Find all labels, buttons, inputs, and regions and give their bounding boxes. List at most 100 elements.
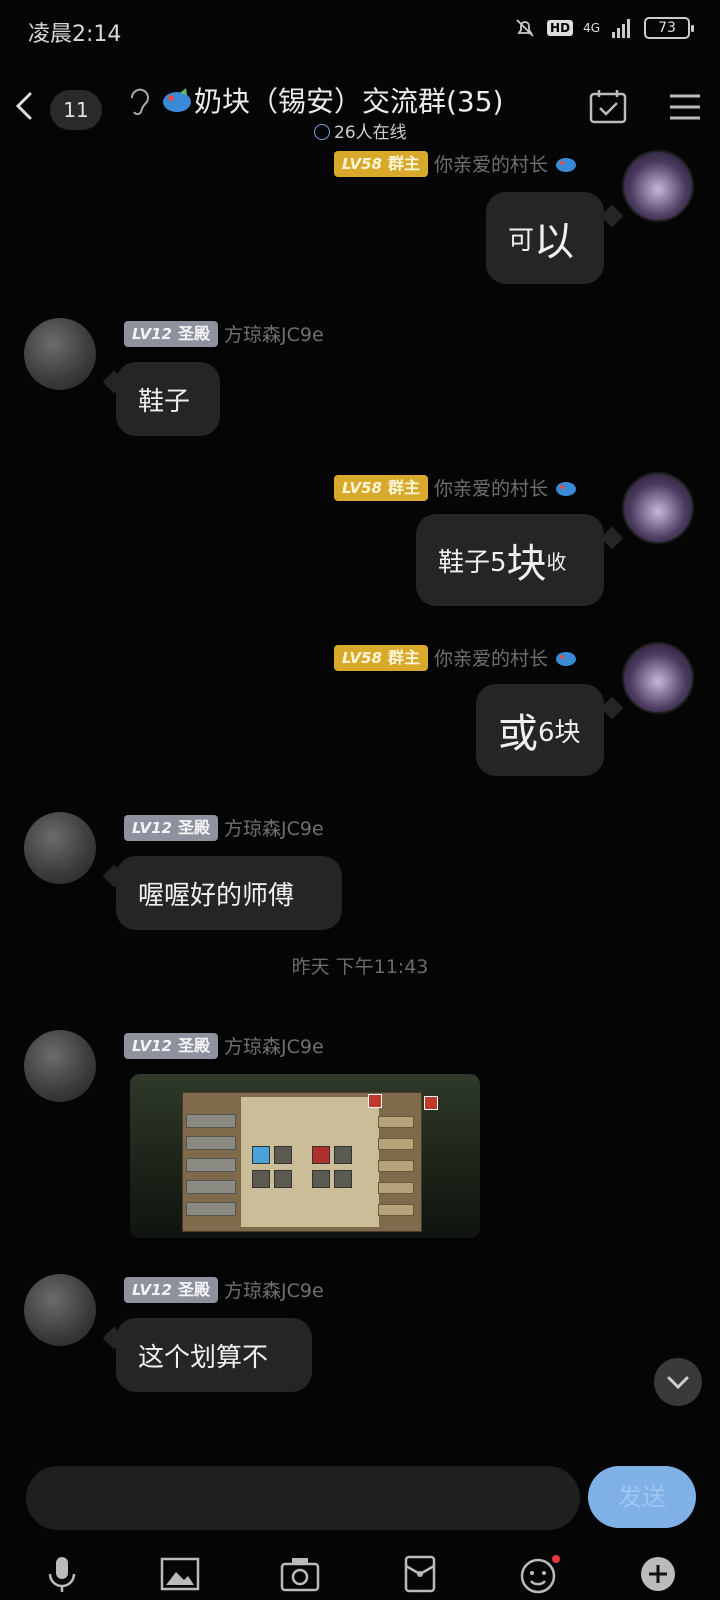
close-icon <box>368 1094 382 1108</box>
bubble-tail <box>600 204 624 228</box>
group-title[interactable]: 奶块（锡安）交流群(35) <box>160 80 503 120</box>
message-meta: LV12 圣殿 方琼森JC9e <box>124 1276 324 1303</box>
scroll-to-bottom-icon[interactable] <box>654 1358 702 1406</box>
avatar[interactable] <box>24 1030 96 1102</box>
back-arrow-icon[interactable] <box>8 86 40 126</box>
item-slot <box>274 1170 292 1188</box>
sender-name: 你亲爱的村长 <box>434 648 549 670</box>
item-slot <box>334 1146 352 1164</box>
item-slot <box>252 1146 270 1164</box>
item-slot <box>312 1146 330 1164</box>
bubble-tail <box>600 696 624 720</box>
send-button[interactable]: 发送 <box>588 1466 696 1528</box>
message-meta: LV58 群主 你亲爱的村长 <box>334 474 578 501</box>
bubble-tail <box>600 526 624 550</box>
dragon-emoji-icon <box>163 88 191 112</box>
sender-name: 方琼森JC9e <box>224 818 324 840</box>
trade-list-row <box>186 1114 236 1128</box>
level-badge: LV58 群主 <box>334 644 428 671</box>
chat-header: 11 奶块（锡安）交流群(35) 26人在线 <box>0 60 720 150</box>
level-badge: LV12 圣殿 <box>124 1032 218 1059</box>
red-packet-icon[interactable] <box>398 1554 442 1594</box>
battery-icon: 73 <box>644 17 694 39</box>
status-icons: HD 4G 73 <box>513 16 694 40</box>
dragon-emoji-icon <box>556 651 577 666</box>
message-text: 6块 <box>538 717 581 748</box>
avatar[interactable] <box>24 318 96 390</box>
dragon-emoji-icon <box>556 157 577 172</box>
status-time: 凌晨2:14 <box>28 22 122 47</box>
avatar[interactable] <box>24 1274 96 1346</box>
sender-name: 方琼森JC9e <box>224 1280 324 1302</box>
item-slot <box>252 1170 270 1188</box>
level-badge: LV58 群主 <box>334 474 428 501</box>
message-bubble[interactable]: 鞋子 <box>116 362 220 436</box>
message-text-large: 以 <box>534 219 575 265</box>
calendar-check-icon[interactable] <box>588 88 628 126</box>
chevron-down-circle-icon <box>314 124 330 140</box>
emoji-icon[interactable] <box>516 1554 560 1594</box>
trade-button <box>378 1204 414 1216</box>
sender-name: 你亲爱的村长 <box>434 154 549 176</box>
message-text-small: 收 <box>546 549 567 574</box>
message-text: 鞋子5 <box>438 547 507 578</box>
menu-icon[interactable] <box>668 92 702 122</box>
online-count[interactable]: 26人在线 <box>314 118 407 143</box>
ear-icon[interactable] <box>124 84 152 120</box>
level-badge: LV12 圣殿 <box>124 1276 218 1303</box>
message-meta: LV58 群主 你亲爱的村长 <box>334 150 578 177</box>
message-bubble[interactable]: 这个划算不 <box>116 1318 312 1392</box>
signal-icon <box>612 19 630 38</box>
sender-name: 你亲爱的村长 <box>434 478 549 500</box>
group-title-text: 奶块（锡安）交流群(35) <box>194 85 504 118</box>
network-label: 4G <box>583 21 600 35</box>
message-bubble[interactable]: 可以 <box>486 192 604 284</box>
level-badge: LV58 群主 <box>334 150 428 177</box>
trade-list-row <box>186 1180 236 1194</box>
level-badge: LV12 圣殿 <box>124 320 218 347</box>
dragon-emoji-icon <box>556 481 577 496</box>
image-icon[interactable] <box>158 1554 202 1594</box>
item-slot <box>312 1170 330 1188</box>
hd-icon: HD <box>547 20 574 36</box>
bell-muted-icon <box>516 19 534 37</box>
trade-button <box>378 1182 414 1194</box>
message-text: 这个划算不 <box>138 1342 269 1373</box>
status-bar: 凌晨2:14 HD 4G 73 <box>0 0 720 60</box>
message-bubble[interactable]: 鞋子5 块收 <box>416 514 604 606</box>
microphone-icon[interactable] <box>40 1554 84 1594</box>
item-slot <box>274 1146 292 1164</box>
trade-button <box>378 1116 414 1128</box>
trade-button <box>378 1138 414 1150</box>
sender-name: 方琼森JC9e <box>224 1036 324 1058</box>
message-text: 鞋子 <box>138 386 191 417</box>
plus-icon[interactable] <box>636 1554 680 1594</box>
camera-icon[interactable] <box>278 1554 322 1594</box>
trade-button <box>378 1160 414 1172</box>
sender-name: 方琼森JC9e <box>224 324 324 346</box>
trade-list-row <box>186 1202 236 1216</box>
message-text: 可 <box>508 225 535 256</box>
input-toolbar <box>0 1540 720 1600</box>
item-slot <box>334 1170 352 1188</box>
level-badge: LV12 圣殿 <box>124 814 218 841</box>
message-bubble[interactable]: 喔喔好的师傅 <box>116 856 342 930</box>
shared-image-game-trade[interactable] <box>130 1074 480 1238</box>
avatar[interactable] <box>24 812 96 884</box>
message-text-large: 或 <box>498 711 538 757</box>
close-icon <box>424 1096 438 1110</box>
avatar[interactable] <box>622 472 694 544</box>
chat-timestamp: 昨天 下午11:43 <box>291 956 429 978</box>
message-text-large: 块 <box>506 541 547 587</box>
trade-list-row <box>186 1136 236 1150</box>
unread-count-badge[interactable]: 11 <box>50 90 102 130</box>
avatar[interactable] <box>622 642 694 714</box>
message-bubble[interactable]: 或 6块 <box>476 684 604 776</box>
online-text: 26人在线 <box>334 123 407 143</box>
message-meta: LV12 圣殿 方琼森JC9e <box>124 320 324 347</box>
message-text: 喔喔好的师傅 <box>138 880 295 911</box>
avatar[interactable] <box>622 150 694 222</box>
trade-list-row <box>186 1158 236 1172</box>
message-meta: LV12 圣殿 方琼森JC9e <box>124 1032 324 1059</box>
message-input[interactable] <box>26 1466 580 1530</box>
